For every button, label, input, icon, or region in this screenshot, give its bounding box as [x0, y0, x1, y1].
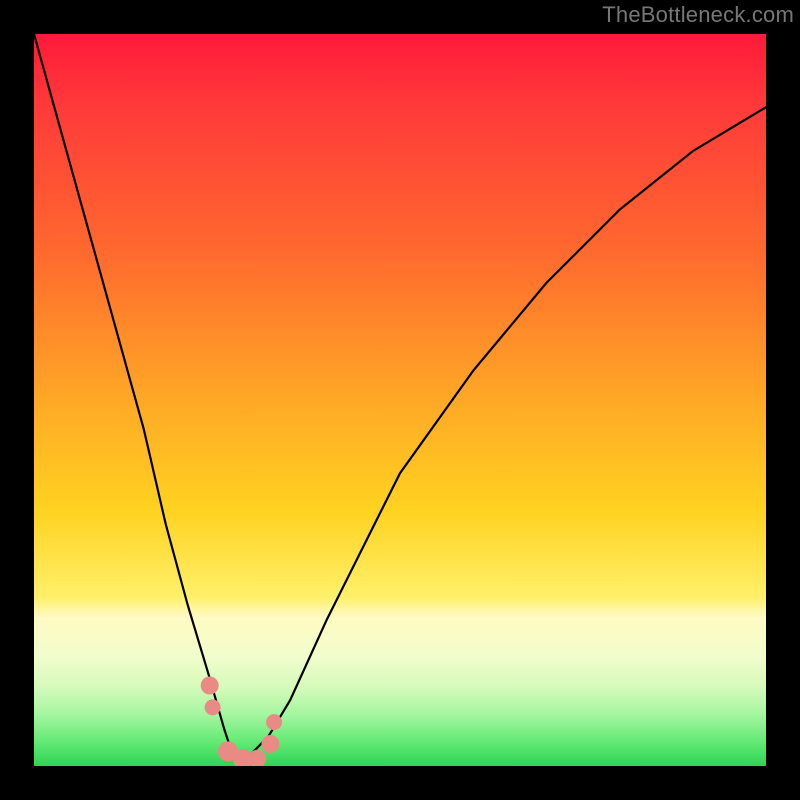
- watermark-text: TheBottleneck.com: [602, 2, 794, 28]
- marker-a: [201, 677, 219, 695]
- marker-b: [205, 699, 221, 715]
- marker-group: [201, 677, 282, 767]
- curve-layer: [34, 34, 766, 766]
- marker-e: [248, 750, 266, 766]
- marker-f: [261, 735, 279, 753]
- chart-frame: TheBottleneck.com: [0, 0, 800, 800]
- marker-g: [266, 714, 282, 730]
- bottleneck-curve: [34, 34, 766, 759]
- plot-area: [34, 34, 766, 766]
